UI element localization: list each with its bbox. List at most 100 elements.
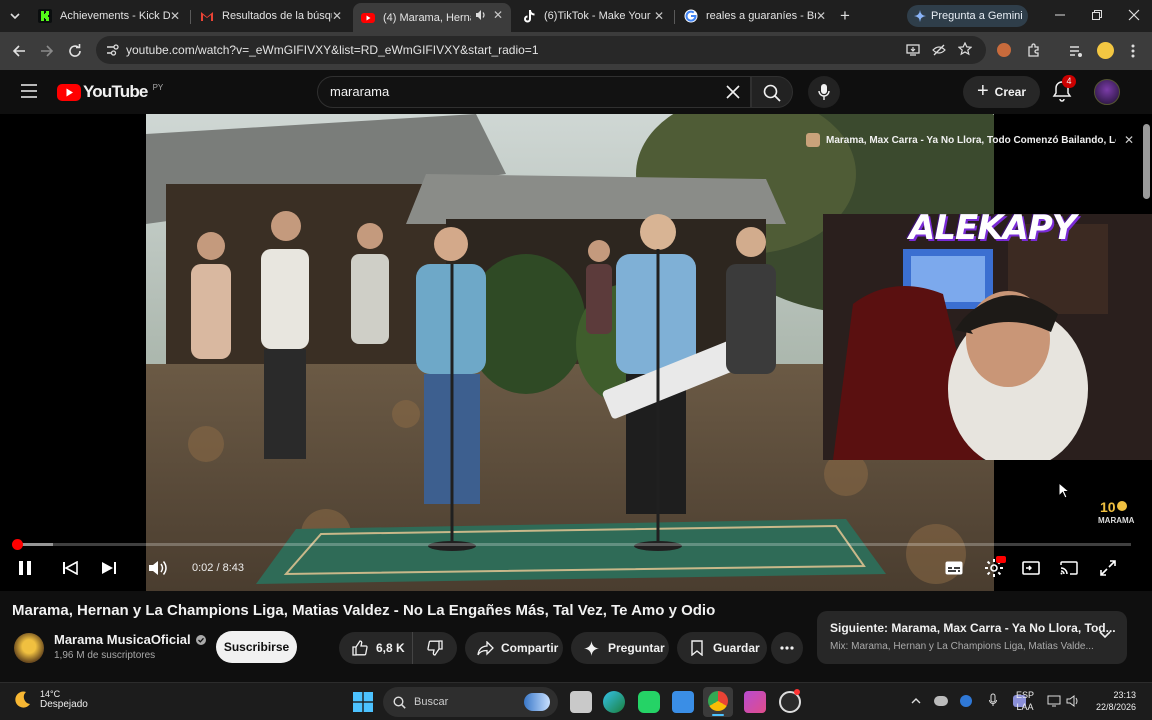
pause-button[interactable] bbox=[18, 560, 32, 576]
progress-bar[interactable] bbox=[12, 539, 1131, 550]
ask-button[interactable]: Preguntar bbox=[571, 632, 669, 664]
tray-app-icon[interactable] bbox=[960, 695, 972, 707]
extensions-puzzle-icon[interactable] bbox=[1026, 43, 1042, 59]
reload-icon[interactable] bbox=[67, 43, 83, 59]
gemini-button[interactable]: Pregunta a Gemini bbox=[907, 5, 1028, 27]
settings-button[interactable] bbox=[984, 556, 1006, 578]
page-scrollbar[interactable] bbox=[1143, 114, 1150, 682]
install-app-icon[interactable] bbox=[906, 43, 920, 57]
new-tab-button[interactable]: + bbox=[840, 6, 850, 26]
microphone-tray-icon[interactable] bbox=[989, 693, 997, 707]
youtube-logo[interactable]: YouTube PY bbox=[57, 82, 163, 102]
minimize-button[interactable] bbox=[1054, 9, 1066, 21]
close-icon[interactable]: ✕ bbox=[816, 9, 826, 23]
subtitles-icon bbox=[945, 561, 963, 575]
hide-icon[interactable] bbox=[932, 43, 946, 57]
chrome-taskbar-icon[interactable] bbox=[703, 687, 733, 717]
create-button[interactable]: + Crear bbox=[963, 76, 1040, 108]
close-icon[interactable]: ✕ bbox=[493, 8, 503, 22]
address-bar[interactable]: youtube.com/watch?v=_eWmGIFIVXY&list=RD_… bbox=[96, 36, 986, 64]
restore-button[interactable] bbox=[1091, 9, 1103, 21]
close-icon[interactable]: ✕ bbox=[654, 9, 664, 23]
streamer-logo: ALEKAPY bbox=[909, 214, 1076, 248]
clock[interactable]: 23:13 22/8/2026 bbox=[1090, 689, 1136, 713]
url-text: youtube.com/watch?v=_eWmGIFIVXY&list=RD_… bbox=[126, 43, 539, 57]
miniplayer-button[interactable] bbox=[1022, 561, 1040, 575]
search-button[interactable] bbox=[751, 76, 793, 108]
back-icon[interactable] bbox=[11, 43, 27, 59]
tab-youtube[interactable]: (4) Marama, Hernan ✕ bbox=[353, 3, 511, 32]
profile-avatar[interactable] bbox=[1097, 42, 1114, 59]
media-controls-icon[interactable] bbox=[1068, 43, 1084, 59]
account-avatar[interactable] bbox=[1094, 79, 1120, 105]
extension-icon[interactable] bbox=[997, 43, 1011, 57]
weather-widget[interactable]: 14°C Despejado bbox=[12, 689, 88, 710]
search-box[interactable] bbox=[317, 76, 751, 108]
bookmark-star-icon[interactable] bbox=[958, 42, 972, 56]
channel-name[interactable]: Marama MusicaOficial bbox=[54, 632, 191, 647]
save-button[interactable]: Guardar bbox=[677, 632, 767, 664]
subscriber-count: 1,96 M de suscriptores bbox=[54, 650, 156, 661]
recording-dot-icon bbox=[794, 689, 800, 695]
like-dislike-group: 6,8 K bbox=[339, 632, 457, 664]
store-icon[interactable] bbox=[672, 691, 694, 713]
voice-search-button[interactable] bbox=[808, 76, 840, 108]
edge-icon[interactable] bbox=[603, 691, 625, 713]
youtube-logo-icon bbox=[57, 83, 81, 101]
next-up-card[interactable]: Siguiente: Marama, Max Carra - Ya No Llo… bbox=[817, 611, 1127, 664]
tab-tiktok[interactable]: (6)TikTok - Make Your Day ✕ bbox=[514, 4, 672, 28]
cast-button[interactable] bbox=[1060, 561, 1078, 575]
scrubber-handle[interactable] bbox=[12, 539, 24, 550]
tab-google[interactable]: reales a guaraníes - Buscar ✕ bbox=[676, 4, 834, 28]
volume-tray-icon[interactable] bbox=[1066, 695, 1080, 707]
taskbar-search-box[interactable]: Buscar bbox=[383, 687, 558, 717]
share-button[interactable]: Compartir bbox=[465, 632, 563, 664]
app-icon[interactable] bbox=[744, 691, 766, 713]
fullscreen-button[interactable] bbox=[1100, 560, 1116, 576]
audio-playing-icon[interactable] bbox=[475, 9, 487, 21]
tab-search-chevron-icon[interactable] bbox=[8, 9, 22, 23]
dislike-button[interactable] bbox=[413, 632, 457, 664]
mix-next-overlay[interactable]: Marama, Max Carra - Ya No Llora, Todo Co… bbox=[806, 131, 1134, 149]
onedrive-icon[interactable] bbox=[934, 696, 948, 706]
weather-temp: 14°C bbox=[40, 689, 61, 699]
close-window-button[interactable] bbox=[1128, 9, 1140, 21]
clear-search-icon[interactable] bbox=[726, 85, 740, 99]
tab-separator bbox=[190, 10, 191, 24]
scrollbar-thumb[interactable] bbox=[1143, 124, 1150, 199]
notifications-button[interactable]: 4 bbox=[1052, 75, 1076, 102]
channel-watermark[interactable]: 10 MARAMA bbox=[1098, 498, 1134, 525]
previous-button[interactable] bbox=[62, 561, 78, 575]
gemini-label: Pregunta a Gemini bbox=[931, 10, 1023, 22]
next-up-label: Siguiente: Marama, Max Carra - Ya No Llo… bbox=[830, 621, 1116, 635]
subtitles-button[interactable] bbox=[945, 561, 963, 575]
like-button[interactable]: 6,8 K bbox=[339, 632, 413, 664]
site-info-icon[interactable] bbox=[105, 43, 119, 57]
streamer-webcam: ALEKAPY bbox=[823, 214, 1152, 460]
close-icon[interactable]: ✕ bbox=[170, 9, 180, 23]
more-actions-button[interactable] bbox=[771, 632, 803, 664]
time-total: 8:43 bbox=[222, 562, 245, 574]
start-button[interactable] bbox=[353, 692, 373, 712]
file-explorer-icon[interactable] bbox=[570, 691, 592, 713]
browser-tab-strip: Achievements - Kick Dashboard ✕ Resultad… bbox=[0, 0, 1152, 32]
channel-avatar[interactable] bbox=[14, 633, 44, 663]
subscribe-button[interactable]: Suscribirse bbox=[216, 631, 297, 663]
network-icon[interactable] bbox=[1047, 695, 1061, 707]
hamburger-menu-icon[interactable] bbox=[20, 84, 38, 98]
tray-overflow-icon[interactable] bbox=[911, 697, 921, 704]
search-input[interactable] bbox=[330, 84, 710, 99]
next-button[interactable] bbox=[101, 561, 117, 575]
weather-desc: Despejado bbox=[40, 699, 88, 710]
tab-kick[interactable]: Achievements - Kick Dashboard ✕ bbox=[30, 4, 188, 28]
close-icon[interactable]: ✕ bbox=[332, 9, 342, 23]
video-player[interactable]: Marama, Max Carra - Ya No Llora, Todo Co… bbox=[0, 114, 1152, 591]
browser-menu-icon[interactable] bbox=[1130, 43, 1136, 59]
language-indicator[interactable]: ESP LAA bbox=[1015, 689, 1035, 713]
forward-icon[interactable] bbox=[39, 43, 55, 59]
whatsapp-icon[interactable] bbox=[638, 691, 660, 713]
tab-gmail[interactable]: Resultados de la búsqueda ✕ bbox=[192, 4, 350, 28]
chevron-down-icon[interactable] bbox=[1099, 631, 1111, 639]
volume-button[interactable] bbox=[148, 560, 168, 576]
close-icon[interactable]: ✕ bbox=[1124, 133, 1134, 147]
